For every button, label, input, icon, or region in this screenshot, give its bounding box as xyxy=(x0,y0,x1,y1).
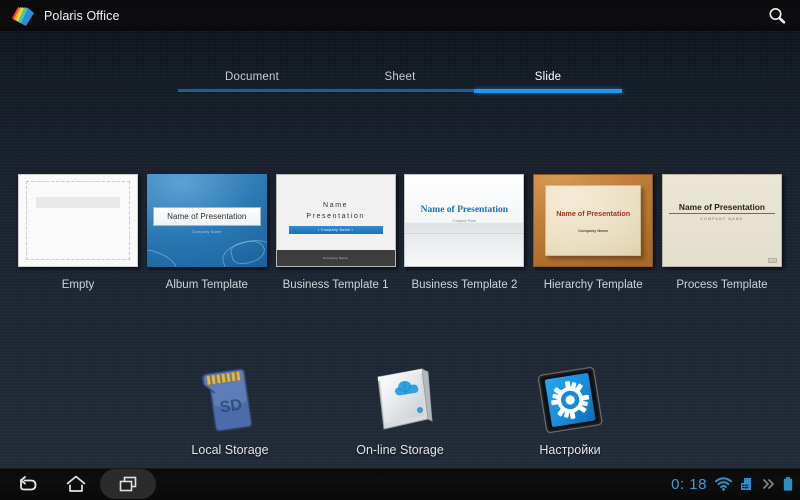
search-icon[interactable] xyxy=(760,3,794,29)
album-preview-subtitle: Company Name xyxy=(192,230,222,234)
hierarchy-preview-subtitle: Company Name xyxy=(578,228,609,233)
polaris-office-logo xyxy=(10,4,36,28)
template-item-album[interactable]: Name of Presentation Company Name Album … xyxy=(146,174,267,291)
template-item-empty[interactable]: Empty xyxy=(18,174,138,291)
business1-preview-title-line2: Presentation xyxy=(306,213,365,220)
process-corner-decor xyxy=(767,258,777,263)
business1-accent-band: ▪ Company Name ▪ xyxy=(288,226,383,234)
album-title-plate: Name of Presentation xyxy=(152,207,261,226)
template-item-hierarchy[interactable]: Name of Presentation Company Name Hierar… xyxy=(533,174,654,291)
storage-label-online: On-line Storage xyxy=(356,443,444,457)
storage-label-settings: Настройки xyxy=(539,443,601,457)
template-label-empty: Empty xyxy=(61,279,95,291)
tab-indicator-sheet xyxy=(326,89,474,92)
app-title: Polaris Office xyxy=(44,8,120,23)
back-arrow-icon[interactable] xyxy=(4,469,52,499)
tab-slide[interactable]: Slide xyxy=(474,63,622,90)
template-thumbnail-process[interactable]: Name of Presentation COMPANY NAME xyxy=(661,174,782,267)
tab-indicator-document xyxy=(178,89,326,92)
recent-apps-icon[interactable] xyxy=(100,469,156,499)
template-thumbnail-album[interactable]: Name of Presentation Company Name xyxy=(146,174,267,267)
tab-indicator-slide xyxy=(474,89,622,93)
tab-indicator-track xyxy=(178,89,622,93)
business2-preview-title: Name of Presentation xyxy=(420,205,509,215)
status-clock[interactable]: 0: 18 xyxy=(671,476,707,493)
business1-footer: Company Name xyxy=(276,250,395,266)
double-chevron-right-icon[interactable] xyxy=(762,476,775,492)
template-label-album: Album Template xyxy=(165,279,248,291)
template-thumbnail-business-2[interactable]: Name of Presentation Company Name xyxy=(404,174,525,267)
svg-text:SD: SD xyxy=(219,396,243,416)
category-tabs: Document Sheet Slide xyxy=(178,63,622,94)
tab-slide-label: Slide xyxy=(534,70,562,83)
hierarchy-preview-title: Name of Presentation xyxy=(556,209,631,218)
sd-card-icon[interactable]: SD xyxy=(182,363,278,437)
placeholder-title-bar xyxy=(36,197,120,208)
storage-shortcuts: SD Local Storage On-line Storage Настрой… xyxy=(160,363,640,457)
business2-floor-decor xyxy=(405,233,524,266)
storage-item-local[interactable]: SD Local Storage xyxy=(160,363,300,457)
status-icons: 0: 18 xyxy=(671,468,794,500)
nav-buttons xyxy=(4,468,156,500)
album-preview-title: Name of Presentation xyxy=(167,212,247,221)
template-label-hierarchy: Hierarchy Template xyxy=(543,279,643,291)
storage-item-online[interactable]: On-line Storage xyxy=(330,363,470,457)
hierarchy-parchment-card: Name of Presentation Company Name xyxy=(545,185,642,256)
template-thumbnail-business-1[interactable]: Name Presentation ▪ Company Name ▪ Compa… xyxy=(275,174,396,267)
template-item-business-2[interactable]: Name of Presentation Company Name Busine… xyxy=(404,174,525,291)
business1-preview-title-line1: Name xyxy=(323,202,349,209)
tab-sheet[interactable]: Sheet xyxy=(326,63,474,90)
placeholder-outline xyxy=(26,181,130,260)
storage-label-local: Local Storage xyxy=(191,443,269,457)
app-header: Polaris Office xyxy=(0,0,800,31)
tab-document[interactable]: Document xyxy=(178,63,326,90)
template-label-process: Process Template xyxy=(676,279,768,291)
template-grid: Empty Name of Presentation Company Name … xyxy=(18,174,782,291)
settings-tablet-gear-icon[interactable] xyxy=(522,363,618,437)
process-preview-subtitle: COMPANY NAME xyxy=(700,217,744,221)
keyboard-icon[interactable] xyxy=(740,476,755,492)
template-thumbnail-empty[interactable] xyxy=(18,174,138,267)
tab-sheet-label: Sheet xyxy=(384,70,416,83)
storage-item-settings[interactable]: Настройки xyxy=(500,363,640,457)
template-item-business-1[interactable]: Name Presentation ▪ Company Name ▪ Compa… xyxy=(275,174,396,291)
system-navigation-bar: 0: 18 xyxy=(0,468,800,500)
battery-icon[interactable] xyxy=(782,476,794,492)
home-icon[interactable] xyxy=(52,469,100,499)
business1-preview-band-text: ▪ Company Name ▪ xyxy=(318,228,354,232)
cloud-drive-icon[interactable] xyxy=(352,363,448,437)
template-label-business-1: Business Template 1 xyxy=(282,279,389,291)
template-label-business-2: Business Template 2 xyxy=(411,279,518,291)
tab-document-label: Document xyxy=(224,70,279,83)
business1-preview-footer-text: Company Name xyxy=(322,256,349,260)
polaris-office-window: Polaris Office Document Sheet Slide Empt… xyxy=(0,0,800,500)
wifi-icon[interactable] xyxy=(714,476,733,492)
process-preview-title: Name of Presentation xyxy=(668,202,775,214)
template-thumbnail-hierarchy[interactable]: Name of Presentation Company Name xyxy=(533,174,654,267)
business2-preview-subtitle: Company Name xyxy=(452,219,477,223)
template-item-process[interactable]: Name of Presentation COMPANY NAME Proces… xyxy=(661,174,782,291)
